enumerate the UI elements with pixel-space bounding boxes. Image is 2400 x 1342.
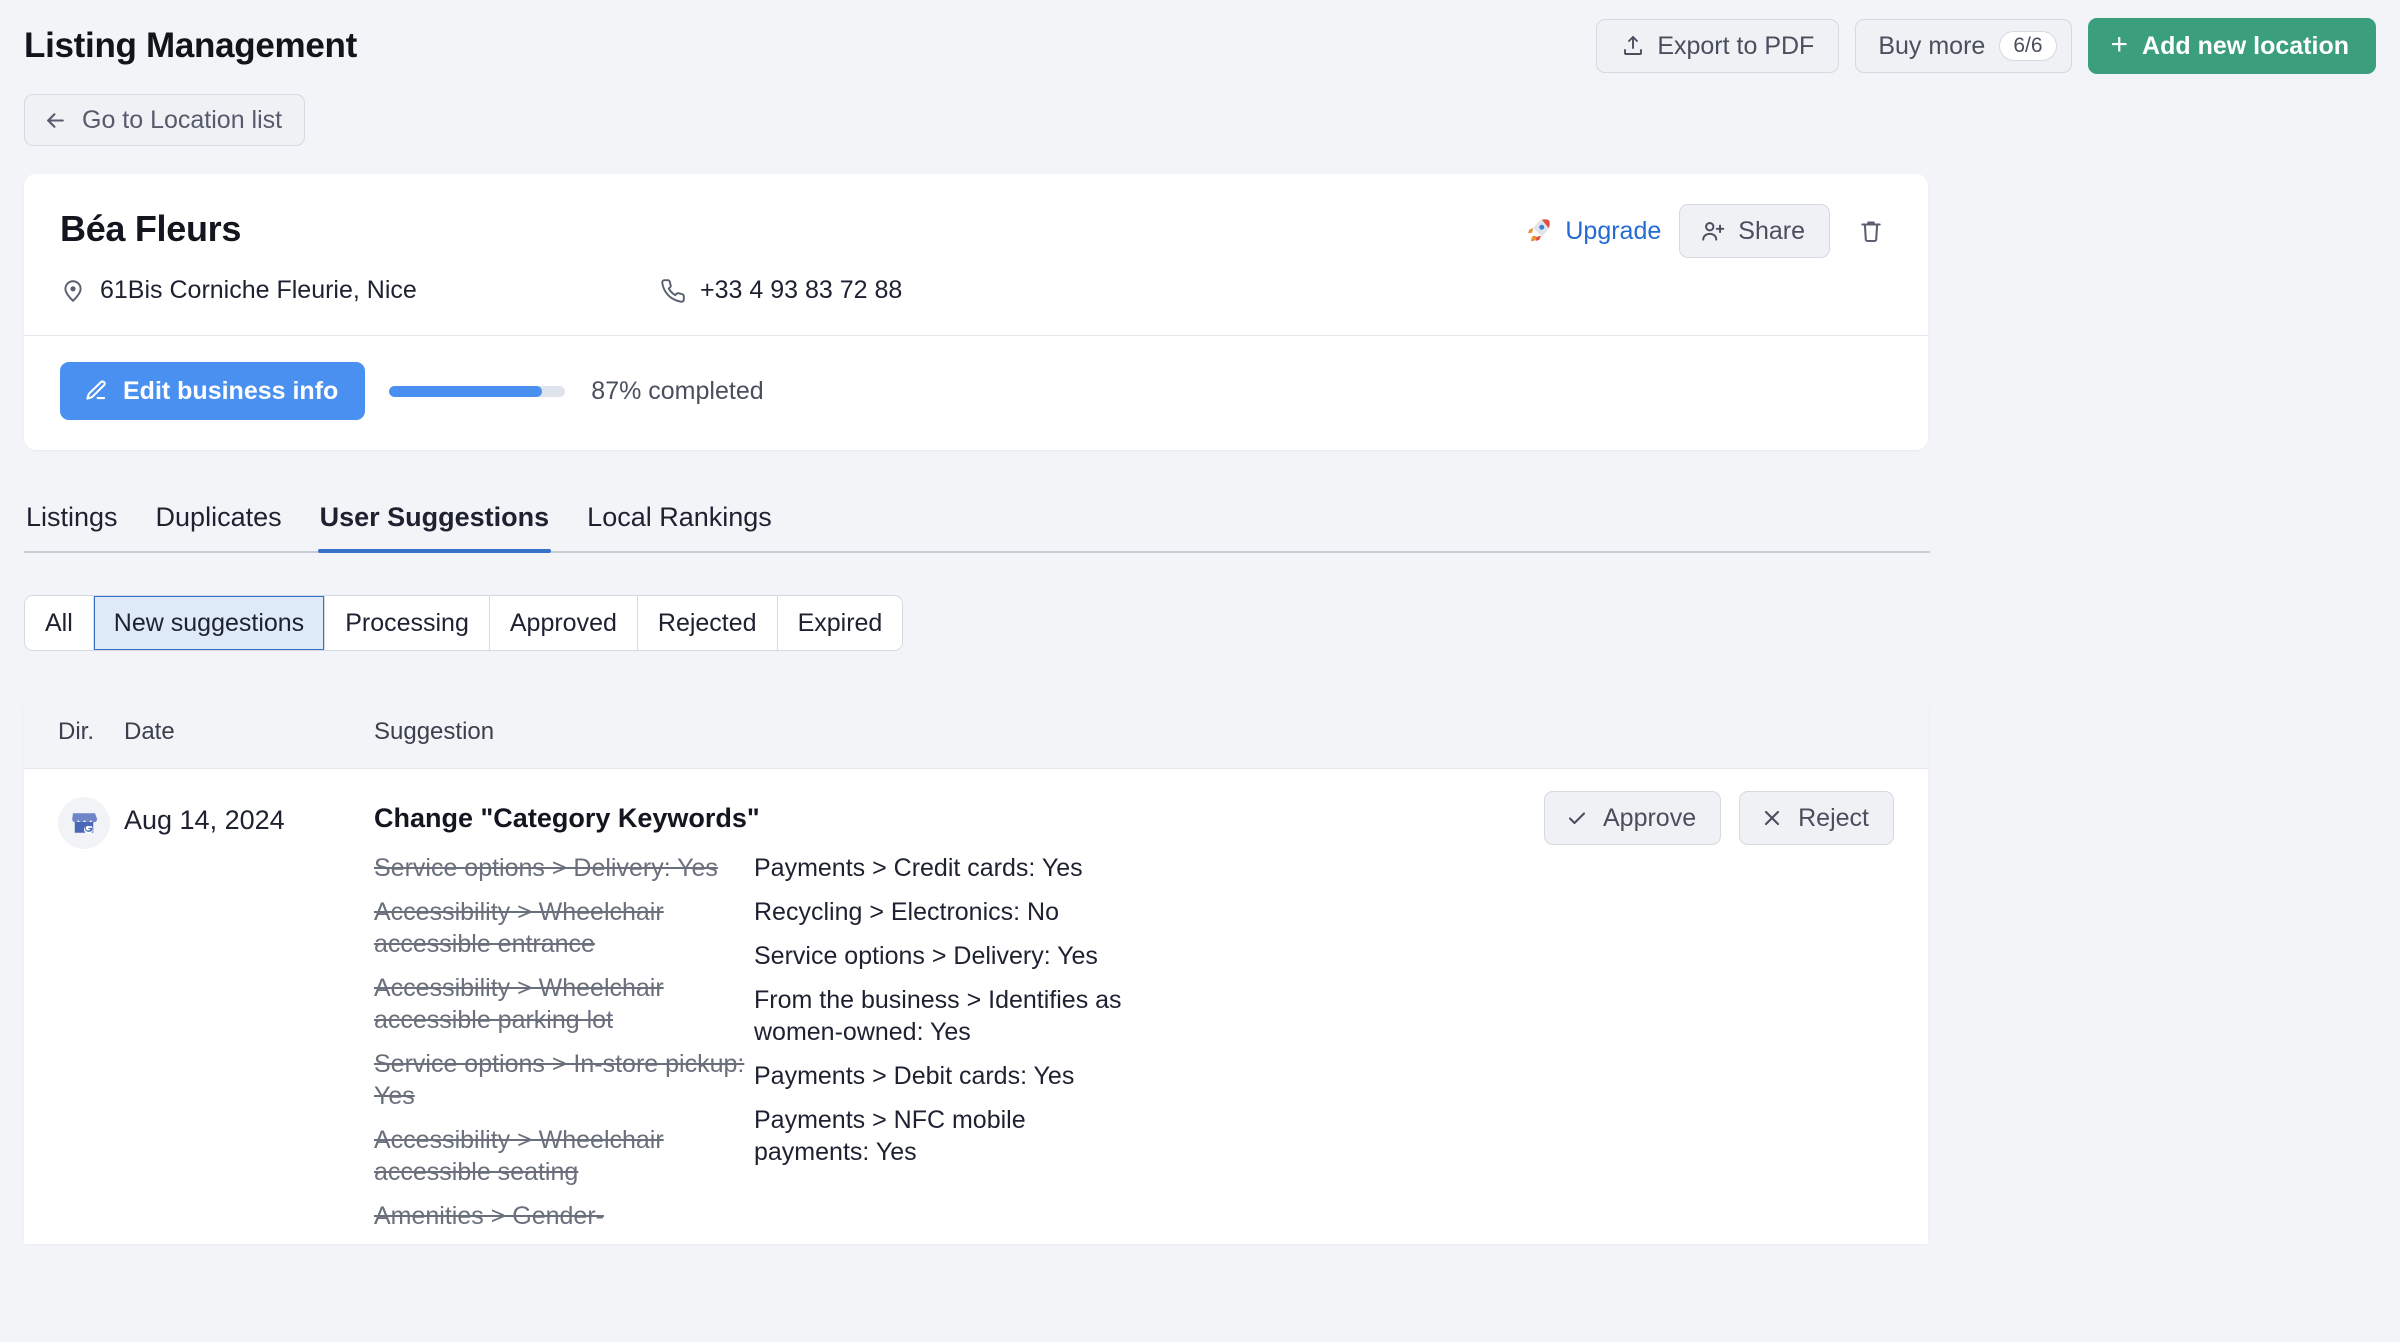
business-card: Béa Fleurs 61Bis Corniche Fleurie, Nice	[24, 174, 1928, 450]
cell-directory	[24, 797, 124, 1244]
tab-listings[interactable]: Listings	[24, 502, 120, 551]
old-value-line: Service options > In-store pickup: Yes	[374, 1048, 754, 1112]
business-card-bottom: Edit business info 87% completed	[24, 336, 1928, 450]
business-card-top: Béa Fleurs 61Bis Corniche Fleurie, Nice	[24, 174, 1928, 335]
new-value-line: From the business > Identifies as women-…	[754, 984, 1134, 1048]
listing-management-page: Listing Management Export to PDF Buy mor…	[0, 0, 2400, 1342]
new-value-line: Payments > Debit cards: Yes	[754, 1060, 1134, 1092]
reject-button[interactable]: Reject	[1739, 791, 1894, 845]
export-to-pdf-label: Export to PDF	[1657, 32, 1814, 61]
arrow-left-icon	[43, 108, 68, 133]
user-plus-icon	[1700, 218, 1726, 244]
filter-rejected[interactable]: Rejected	[638, 596, 778, 650]
rocket-icon	[1523, 216, 1553, 246]
pencil-icon	[83, 378, 109, 404]
column-header-suggestion: Suggestion	[374, 718, 1928, 746]
progress-label: 87% completed	[591, 377, 763, 406]
new-value-line: Service options > Delivery: Yes	[754, 940, 1134, 972]
delete-location-button[interactable]	[1848, 208, 1894, 254]
new-value-line: Payments > NFC mobile payments: Yes	[754, 1104, 1134, 1168]
progress-fill	[389, 386, 542, 397]
business-address: 61Bis Corniche Fleurie, Nice	[60, 276, 660, 305]
share-button[interactable]: Share	[1679, 204, 1830, 258]
buy-more-badge: 6/6	[1999, 31, 2056, 61]
plus-icon: +	[2111, 30, 2129, 60]
old-value-line: Accessibility > Wheelchair accessible pa…	[374, 972, 754, 1036]
completion-progress: 87% completed	[389, 377, 763, 406]
table-body: Aug 14, 2024Change "Category Keywords"Se…	[24, 769, 1928, 1244]
old-value-line: Accessibility > Wheelchair accessible se…	[374, 1124, 754, 1188]
cell-suggestion: Change "Category Keywords"Service option…	[374, 797, 1928, 1244]
suggestion-status-filter: AllNew suggestionsProcessingApprovedReje…	[24, 595, 903, 651]
suggestion-old-values: Service options > Delivery: Yes Accessibi…	[374, 852, 754, 1244]
upgrade-label: Upgrade	[1565, 217, 1661, 246]
phone-icon	[660, 278, 686, 304]
new-value-line: Recycling > Electronics: No	[754, 896, 1134, 928]
tab-local-rankings[interactable]: Local Rankings	[585, 502, 774, 551]
old-value-line: Amenities > Gender-	[374, 1200, 754, 1232]
column-header-date: Date	[124, 718, 374, 746]
new-value-line: Payments > Credit cards: Yes	[754, 852, 1134, 884]
cell-date: Aug 14, 2024	[124, 797, 374, 1244]
suggestion-new-values: Payments > Credit cards: Yes Recycling > …	[754, 852, 1134, 1244]
tab-duplicates[interactable]: Duplicates	[154, 502, 284, 551]
add-new-location-button[interactable]: + Add new location	[2088, 18, 2376, 74]
add-new-location-label: Add new location	[2142, 32, 2349, 61]
check-icon	[1565, 806, 1589, 830]
header-actions: Export to PDF Buy more 6/6 + Add new loc…	[1596, 18, 2376, 74]
upgrade-button[interactable]: Upgrade	[1523, 216, 1661, 246]
buy-more-label: Buy more	[1878, 32, 1985, 61]
upload-icon	[1621, 34, 1645, 58]
close-icon	[1760, 806, 1784, 830]
buy-more-button[interactable]: Buy more 6/6	[1855, 19, 2071, 73]
edit-business-info-button[interactable]: Edit business info	[60, 362, 365, 420]
business-phone-text: +33 4 93 83 72 88	[700, 276, 902, 305]
business-address-text: 61Bis Corniche Fleurie, Nice	[100, 276, 417, 305]
business-phone: +33 4 93 83 72 88	[660, 276, 902, 305]
share-label: Share	[1738, 217, 1805, 246]
map-pin-icon	[60, 278, 86, 304]
filter-processing[interactable]: Processing	[325, 596, 490, 650]
table-header: Dir. Date Suggestion	[24, 695, 1928, 769]
old-value-line: Service options > Delivery: Yes	[374, 852, 754, 884]
page-title: Listing Management	[24, 26, 357, 66]
edit-business-info-label: Edit business info	[123, 377, 338, 406]
main-tabs: Listings Duplicates User Suggestions Local …	[24, 502, 1930, 553]
row-actions: Approve Reject	[1544, 791, 1894, 845]
suggestions-table: Dir. Date Suggestion Aug 14, 2024Change …	[24, 695, 1928, 1244]
business-card-actions: Upgrade Share	[1523, 204, 1894, 258]
table-row: Aug 14, 2024Change "Category Keywords"Se…	[24, 769, 1928, 1244]
google-business-profile-icon	[58, 797, 110, 849]
go-to-location-list-button[interactable]: Go to Location list	[24, 94, 305, 146]
trash-icon	[1858, 217, 1884, 245]
suggestion-value-columns: Service options > Delivery: YesAccessibi…	[374, 852, 1894, 1244]
reject-label: Reject	[1798, 804, 1869, 833]
filter-all[interactable]: All	[25, 596, 94, 650]
go-to-location-list-label: Go to Location list	[82, 106, 282, 135]
approve-button[interactable]: Approve	[1544, 791, 1721, 845]
old-value-line: Accessibility > Wheelchair accessible en…	[374, 896, 754, 960]
filter-expired[interactable]: Expired	[778, 596, 903, 650]
filter-approved[interactable]: Approved	[490, 596, 638, 650]
export-to-pdf-button[interactable]: Export to PDF	[1596, 19, 1839, 73]
filter-new-suggestions[interactable]: New suggestions	[94, 596, 325, 650]
tab-user-suggestions[interactable]: User Suggestions	[318, 502, 552, 551]
business-meta: 61Bis Corniche Fleurie, Nice +33 4 93 83…	[60, 276, 1892, 305]
column-header-dir: Dir.	[24, 718, 124, 746]
approve-label: Approve	[1603, 804, 1696, 833]
back-nav: Go to Location list	[24, 94, 2376, 146]
page-header: Listing Management Export to PDF Buy mor…	[24, 0, 2376, 82]
progress-track	[389, 386, 565, 397]
